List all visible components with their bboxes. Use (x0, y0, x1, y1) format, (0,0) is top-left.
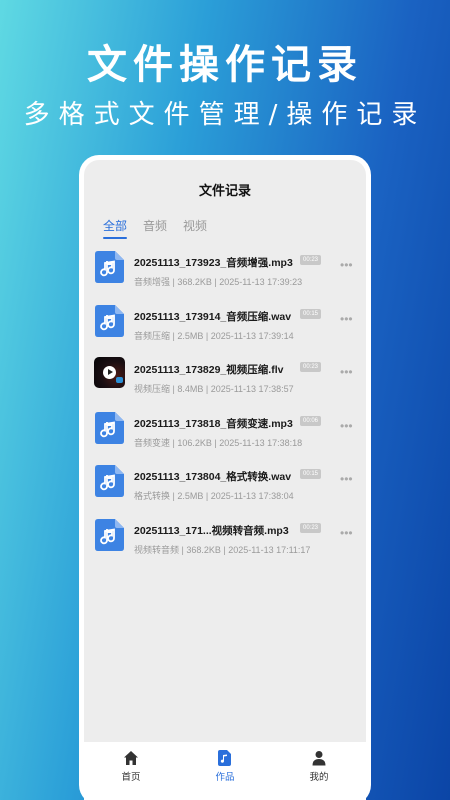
music-file-icon (218, 750, 231, 766)
music-file-icon (95, 465, 124, 498)
user-icon (312, 751, 326, 766)
more-horizontal-icon[interactable]: ••• (340, 259, 353, 271)
file-name: 20251113_171...视频转音频.mp3 (134, 524, 289, 537)
more-horizontal-icon[interactable]: ••• (340, 366, 353, 378)
nav-works[interactable]: 作品 (178, 742, 272, 800)
tab-bar: 全部 音频 视频 (103, 217, 207, 239)
hero-title: 文件操作记录 (87, 42, 363, 88)
duration-badge: 00:06 (300, 415, 322, 426)
file-meta: 音频压缩 | 2.5MB | 2025-11-13 17:39:14 (134, 330, 294, 341)
list-item[interactable]: 20251113_173923_音频增强.mp3 00:23 音频增强 | 36… (84, 247, 366, 301)
more-horizontal-icon[interactable]: ••• (340, 527, 353, 539)
home-icon (124, 751, 138, 765)
duration-badge: 00:23 (300, 255, 322, 265)
more-horizontal-icon[interactable]: ••• (340, 473, 353, 485)
nav-label: 首页 (121, 772, 141, 783)
page-title: 文件记录 (198, 183, 251, 198)
music-file-icon (95, 411, 124, 444)
more-horizontal-icon[interactable]: ••• (340, 420, 353, 432)
bottom-nav: 首页 作品 我的 (84, 742, 366, 800)
file-list: 20251113_173923_音频增强.mp3 00:23 音频增强 | 36… (84, 247, 366, 569)
tab-audio[interactable]: 音频 (143, 217, 167, 237)
more-horizontal-icon[interactable]: ••• (340, 313, 353, 325)
file-name: 20251113_173914_音频压缩.wav (134, 310, 292, 323)
music-file-icon (95, 251, 124, 283)
file-name: 20251113_173804_格式转换.wav (134, 471, 292, 484)
file-meta: 音频增强 | 368.2KB | 2025-11-13 17:39:23 (134, 277, 303, 287)
music-file-icon (95, 518, 124, 551)
file-meta: 视频压缩 | 8.4MB | 2025-11-13 17:38:57 (134, 384, 294, 395)
video-thumbnail (94, 357, 125, 389)
app-screen: 文件记录 全部 音频 视频 20251113_173923_音频增强.mp3 0… (84, 160, 366, 800)
duration-badge: 00:23 (300, 522, 322, 533)
file-meta: 音频变速 | 106.2KB | 2025-11-13 17:38:18 (134, 437, 303, 448)
phone-frame: 文件记录 全部 音频 视频 20251113_173923_音频增强.mp3 0… (79, 155, 371, 800)
file-name: 20251113_173829_视频压缩.flv (134, 364, 284, 377)
duration-badge: 00:15 (300, 469, 322, 480)
list-item[interactable]: 20251113_173818_音频变速.mp3 00:06 音频变速 | 10… (84, 408, 366, 462)
file-meta: 格式转换 | 2.5MB | 2025-11-13 17:38:04 (134, 491, 294, 502)
music-file-icon (95, 304, 124, 337)
tab-all[interactable]: 全部 (103, 217, 128, 239)
duration-badge: 00:15 (300, 308, 322, 319)
tab-video[interactable]: 视频 (183, 217, 207, 237)
nav-home[interactable]: 首页 (84, 742, 178, 800)
file-name: 20251113_173818_音频变速.mp3 (134, 417, 293, 430)
list-item[interactable]: 20251113_173914_音频压缩.wav 00:15 音频压缩 | 2.… (84, 301, 366, 355)
file-name: 20251113_173923_音频增强.mp3 (134, 257, 293, 269)
nav-profile[interactable]: 我的 (272, 742, 366, 800)
list-item[interactable]: 20251113_173804_格式转换.wav 00:15 格式转换 | 2.… (84, 461, 366, 515)
hero-subtitle: 多格式文件管理/操作记录 (23, 100, 427, 130)
list-item[interactable]: 20251113_171...视频转音频.mp3 00:23 视频转音频 | 3… (84, 515, 366, 569)
duration-badge: 00:23 (300, 362, 322, 373)
list-item[interactable]: 20251113_173829_视频压缩.flv 00:23 视频压缩 | 8.… (84, 354, 366, 408)
play-icon (103, 366, 116, 380)
nav-label: 我的 (309, 772, 329, 783)
file-meta: 视频转音频 | 368.2KB | 2025-11-13 17:11:17 (134, 544, 311, 555)
nav-label: 作品 (215, 772, 235, 783)
